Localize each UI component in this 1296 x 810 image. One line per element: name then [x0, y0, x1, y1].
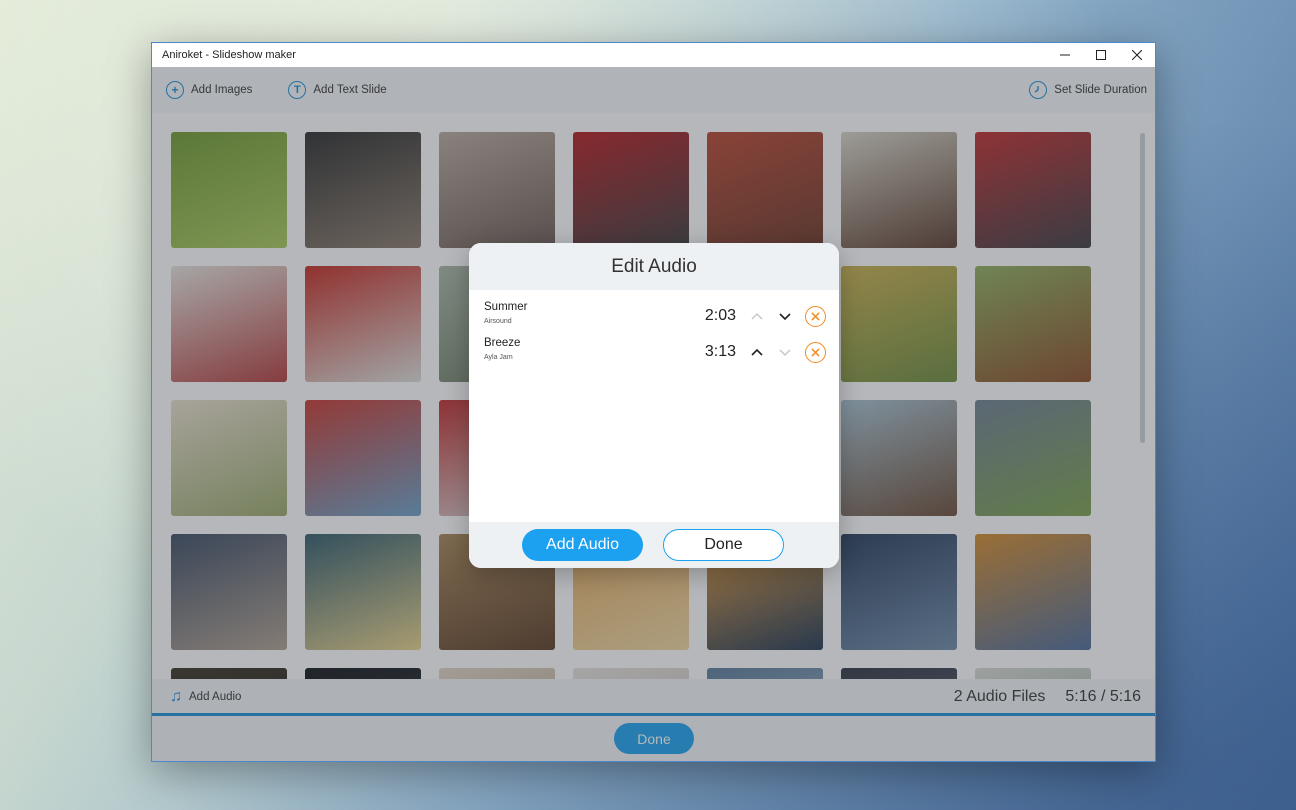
app-window: Aniroket - Slideshow maker + Add Images … — [151, 42, 1156, 762]
add-audio-button[interactable]: Add Audio — [522, 529, 643, 561]
dialog-footer: Add Audio Done — [469, 522, 839, 568]
minimize-icon[interactable] — [1047, 43, 1083, 67]
track-duration: 2:03 — [704, 307, 736, 324]
remove-track-icon[interactable] — [805, 306, 826, 327]
dialog-title: Edit Audio — [469, 243, 839, 290]
remove-track-icon[interactable] — [805, 342, 826, 363]
move-down-icon[interactable] — [776, 308, 794, 324]
track-name: Summer — [484, 301, 528, 313]
audio-track-row: Summer Airsound 2:03 — [469, 301, 839, 337]
track-name: Breeze — [484, 337, 521, 349]
track-artist: Ayla Jam — [484, 354, 513, 361]
audio-track-row: Breeze Ayla Jam 3:13 — [469, 337, 839, 373]
window-title: Aniroket - Slideshow maker — [162, 49, 296, 61]
move-up-icon[interactable] — [748, 344, 766, 360]
track-artist: Airsound — [484, 318, 512, 325]
dialog-done-button[interactable]: Done — [663, 529, 784, 561]
title-bar: Aniroket - Slideshow maker — [152, 43, 1155, 67]
edit-audio-dialog: Edit Audio Summer Airsound 2:03 Breeze A… — [469, 243, 839, 568]
track-duration: 3:13 — [704, 343, 736, 360]
move-down-icon[interactable] — [776, 344, 794, 360]
move-up-icon[interactable] — [748, 308, 766, 324]
close-icon[interactable] — [1119, 43, 1155, 67]
maximize-icon[interactable] — [1083, 43, 1119, 67]
